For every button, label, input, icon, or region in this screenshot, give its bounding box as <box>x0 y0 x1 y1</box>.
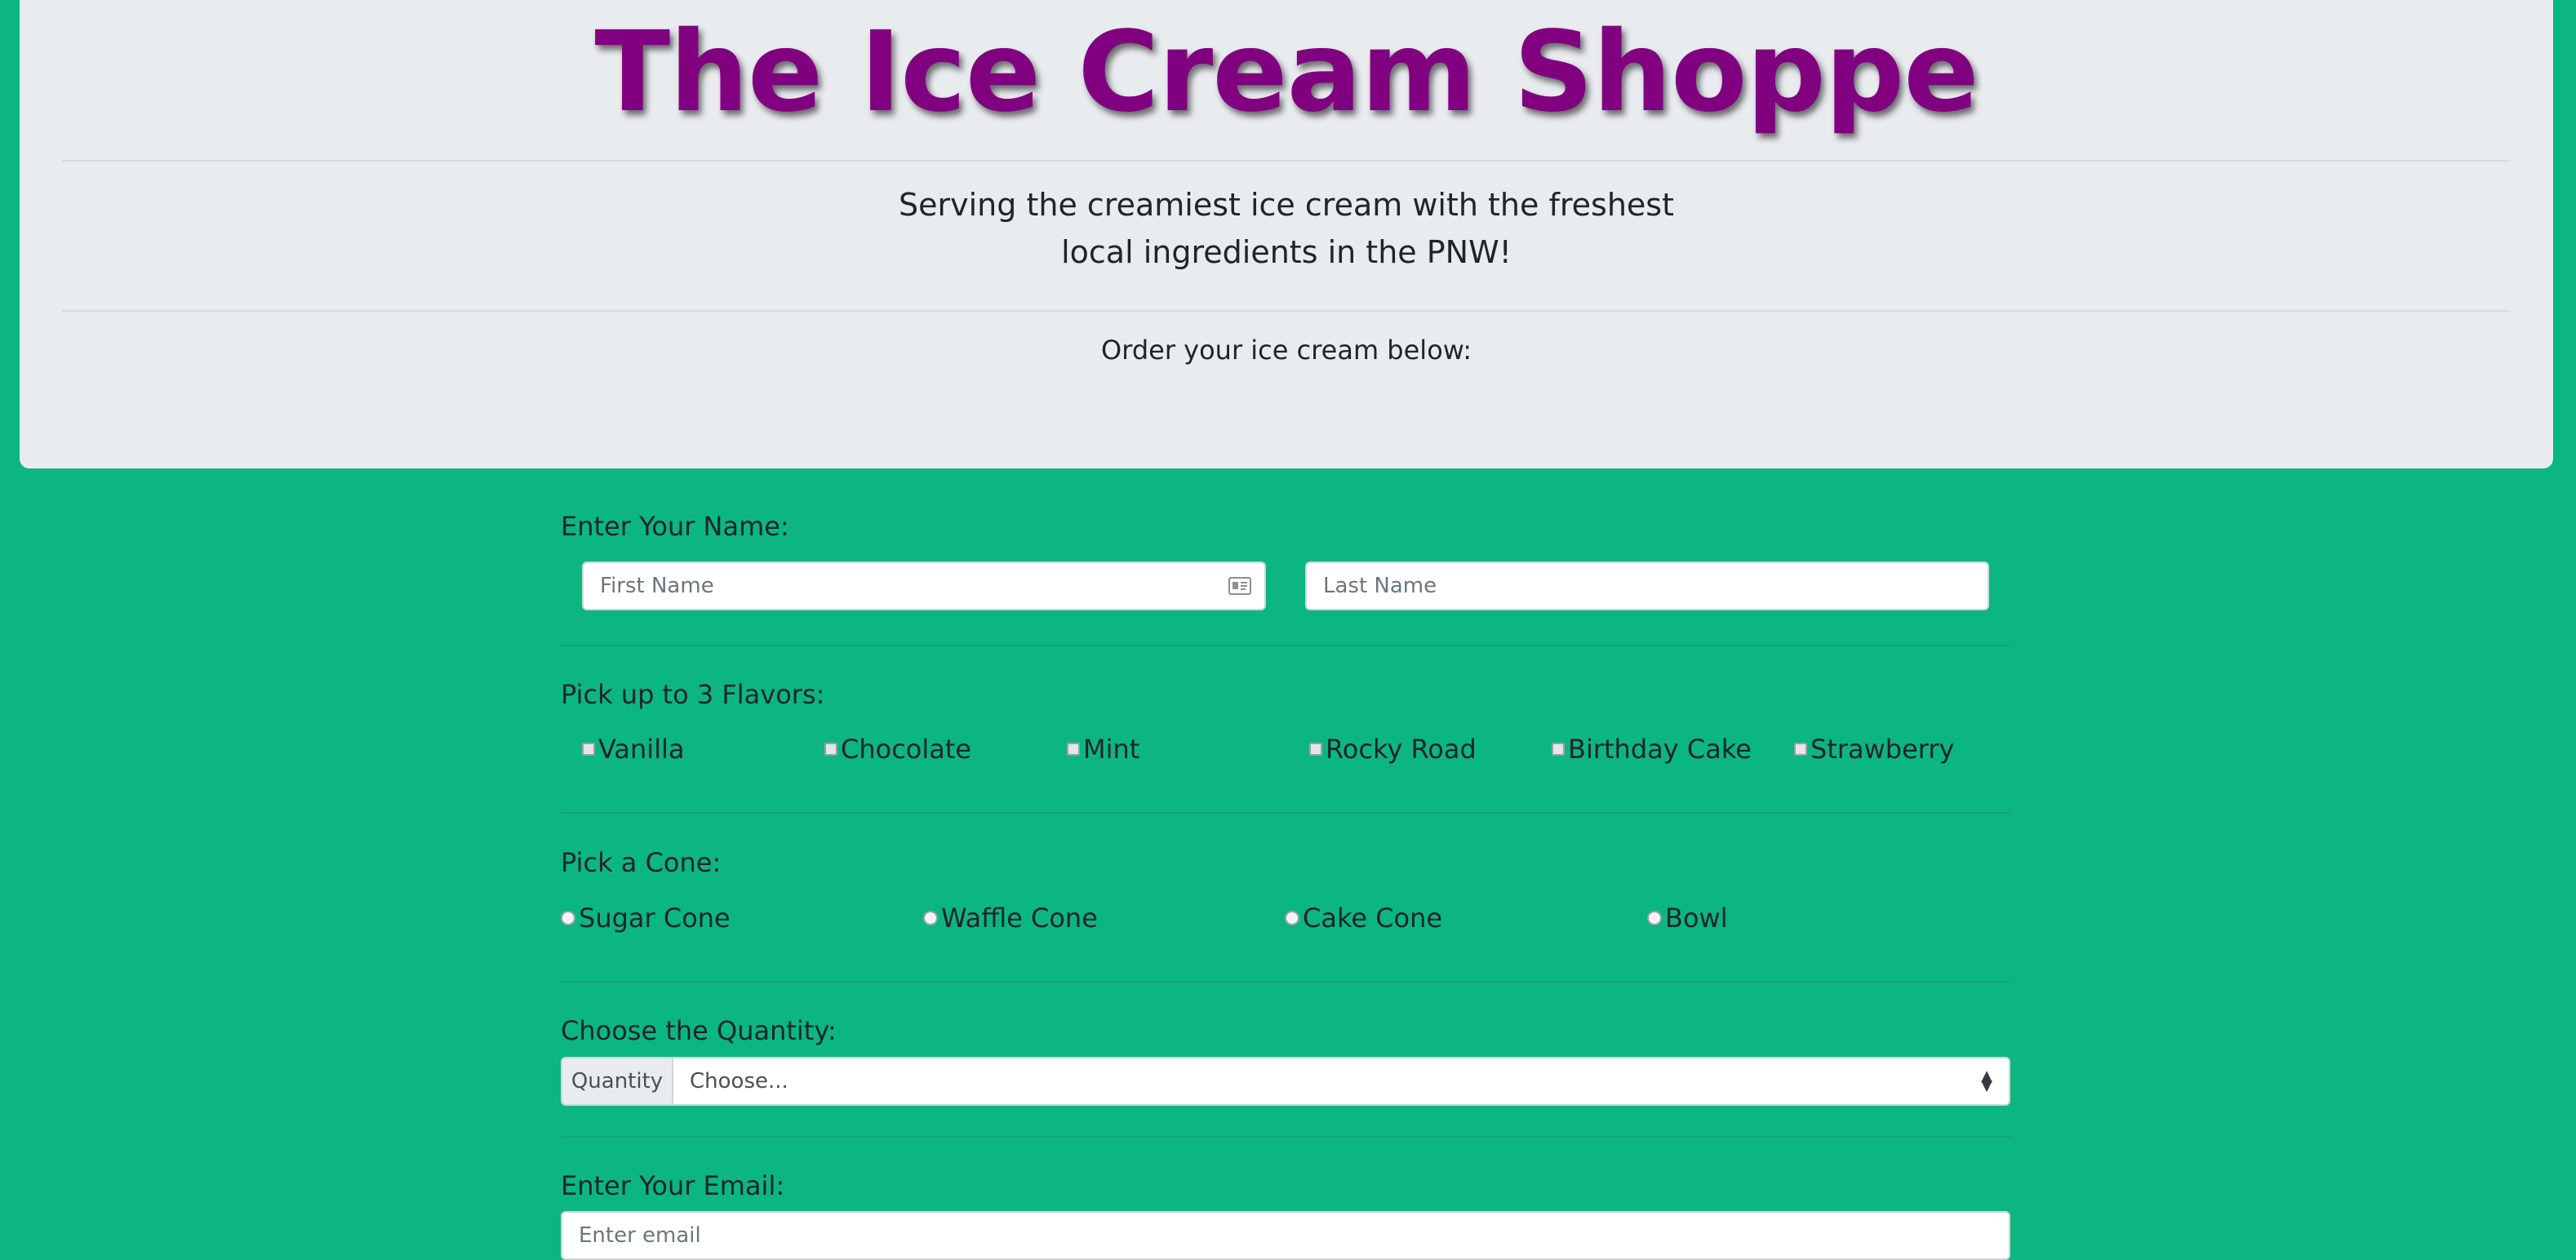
select-arrows-icon: ▲ ▼ <box>1981 1067 1992 1094</box>
cone-radio-waffle[interactable]: Waffle Cone <box>923 903 1098 934</box>
radio-button[interactable] <box>561 911 575 925</box>
section-divider <box>561 1136 2010 1138</box>
flavor-checkbox-vanilla[interactable]: Vanilla <box>582 734 685 765</box>
quantity-label: Choose the Quantity: <box>561 1015 837 1046</box>
flavor-checkbox-strawberry[interactable]: Strawberry <box>1794 734 1954 765</box>
email-label: Enter Your Email: <box>561 1170 785 1201</box>
quantity-input-group: Quantity Choose... ▲ ▼ <box>561 1057 2010 1106</box>
flavor-checkbox-rocky-road[interactable]: Rocky Road <box>1309 734 1477 765</box>
first-name-input[interactable]: First Name <box>582 561 1266 610</box>
email-input[interactable]: Enter email <box>561 1211 2010 1260</box>
last-name-placeholder: Last Name <box>1323 574 1437 598</box>
quantity-selected-value: Choose... <box>690 1069 788 1094</box>
flavors-label: Pick up to 3 Flavors: <box>561 679 825 710</box>
cone-radio-cake[interactable]: Cake Cone <box>1285 903 1442 934</box>
checkbox[interactable] <box>1794 743 1807 756</box>
cone-label: Pick a Cone: <box>561 847 722 878</box>
tagline-line-1: Serving the creamiest ice cream with the… <box>899 187 1674 223</box>
radio-button[interactable] <box>1647 911 1662 925</box>
flavor-checkbox-birthday-cake[interactable]: Birthday Cake <box>1552 734 1752 765</box>
section-divider <box>561 812 2010 814</box>
header-jumbotron: The Ice Cream Shoppe Serving the creamie… <box>20 0 2553 468</box>
cone-radio-bowl[interactable]: Bowl <box>1647 903 1728 934</box>
divider <box>62 160 2511 162</box>
radio-button[interactable] <box>923 911 938 925</box>
section-divider <box>561 981 2010 983</box>
flavor-checkbox-mint[interactable]: Mint <box>1067 734 1139 765</box>
section-divider <box>561 645 2010 646</box>
checkbox[interactable] <box>824 743 837 756</box>
quantity-prepend: Quantity <box>561 1057 673 1106</box>
checkbox[interactable] <box>582 743 595 756</box>
flavor-checkbox-chocolate[interactable]: Chocolate <box>824 734 971 765</box>
first-name-placeholder: First Name <box>600 574 714 598</box>
quantity-select[interactable]: Choose... ▲ ▼ <box>673 1057 2010 1106</box>
email-placeholder: Enter email <box>579 1223 701 1248</box>
last-name-input[interactable]: Last Name <box>1305 561 1989 610</box>
page-title: The Ice Cream Shoppe <box>594 8 1979 137</box>
checkbox[interactable] <box>1309 743 1322 756</box>
radio-button[interactable] <box>1285 911 1299 925</box>
contact-card-icon <box>1228 577 1251 595</box>
checkbox[interactable] <box>1067 743 1080 756</box>
name-label: Enter Your Name: <box>561 511 789 542</box>
cone-radio-sugar[interactable]: Sugar Cone <box>561 903 731 934</box>
divider <box>62 310 2511 312</box>
tagline-line-2: local ingredients in the PNW! <box>1061 234 1512 270</box>
order-prompt: Order your ice cream below: <box>1101 335 1472 366</box>
checkbox[interactable] <box>1552 743 1565 756</box>
